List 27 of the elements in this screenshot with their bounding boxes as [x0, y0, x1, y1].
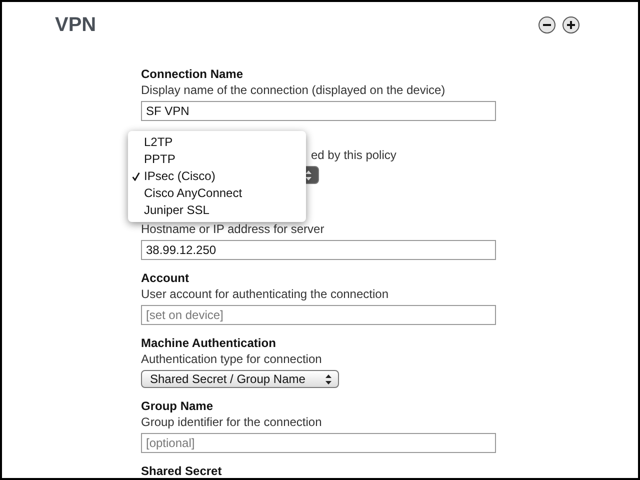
popup-button[interactable]: Shared Secret / Group Name	[141, 370, 339, 388]
field-description: Hostname or IP address for server	[141, 221, 326, 237]
menu-item[interactable]: PPTP	[128, 151, 306, 168]
field-label: Account	[141, 271, 190, 286]
field-description: Group identifier for the connection	[141, 414, 323, 430]
text-field[interactable]: [optional]	[141, 433, 496, 453]
field-label: Shared Secret	[141, 464, 223, 478]
plus-icon[interactable]	[562, 16, 580, 34]
menu-item[interactable]: L2TP	[128, 134, 306, 151]
menu-item[interactable]: IPsec (Cisco)	[128, 168, 306, 185]
field-label: Group Name	[141, 399, 214, 414]
field-description: User account for authenticating the connection	[141, 286, 390, 302]
field-description: Authentication type for connection	[141, 351, 323, 367]
text-field[interactable]: SF VPN	[141, 101, 496, 121]
stepper-arrows-icon	[325, 374, 332, 384]
minus-icon[interactable]	[538, 16, 556, 34]
text-field[interactable]: [set on device]	[141, 305, 496, 325]
field-label: Machine Authentication	[141, 336, 277, 351]
field-label: Connection Name	[141, 67, 244, 82]
text-field[interactable]: 38.99.12.250	[141, 240, 496, 260]
checkmark-icon	[132, 172, 140, 181]
field-description: Display name of the connection (displayed on the device)	[141, 82, 446, 98]
page-title: VPN	[55, 14, 96, 36]
menu-item[interactable]: Juniper SSL	[128, 202, 306, 219]
menu-item[interactable]: Cisco AnyConnect	[128, 185, 306, 202]
field-description: ed by this policy	[311, 147, 396, 163]
stepper-arrows-icon	[305, 170, 312, 180]
